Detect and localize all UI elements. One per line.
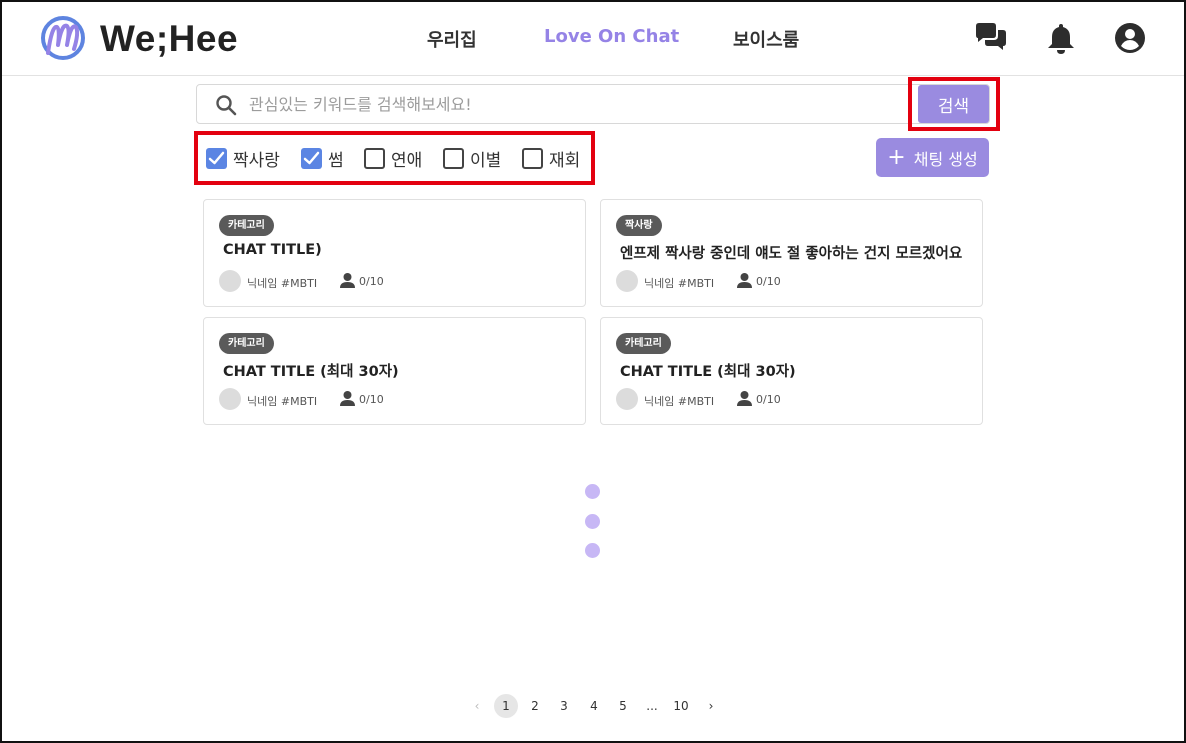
checkbox-checked[interactable]	[301, 147, 322, 169]
filter-label: 썸	[328, 150, 344, 171]
chat-title: CHAT TITLE (최대 30자)	[620, 364, 796, 380]
filter-crush[interactable]: 짝사랑	[206, 146, 280, 171]
filter-label: 재회	[549, 150, 581, 171]
filter-breakup[interactable]: 이별	[443, 146, 502, 171]
pagination-page[interactable]: 4	[582, 694, 606, 718]
filter-label: 연애	[391, 150, 423, 171]
wehee-logo-icon[interactable]	[40, 15, 86, 61]
chat-card[interactable]: 카테고리 CHAT TITLE) 닉네임 #MBTI 0/10	[203, 199, 586, 307]
nickname: 닉네임 #MBTI	[644, 395, 715, 408]
person-icon	[340, 391, 355, 406]
category-badge: 카테고리	[219, 333, 274, 354]
chat-title: CHAT TITLE (최대 30자)	[223, 364, 399, 380]
avatar	[616, 270, 638, 292]
account-icon[interactable]	[1112, 20, 1148, 56]
checkbox-unchecked[interactable]	[443, 147, 464, 169]
nickname: 닉네임 #MBTI	[247, 395, 318, 408]
loading-dot	[585, 543, 600, 558]
participant-count: 0/10	[359, 275, 384, 288]
pagination-page[interactable]: 2	[523, 694, 547, 718]
search-input[interactable]	[249, 89, 899, 119]
pagination-prev[interactable]: ‹	[465, 694, 489, 718]
participant-count: 0/10	[756, 393, 781, 406]
search-icon	[216, 95, 237, 116]
pagination-page-current[interactable]: 1	[494, 694, 518, 718]
brand-title[interactable]: We;Hee	[100, 18, 238, 60]
chat-card[interactable]: 카테고리 CHAT TITLE (최대 30자) 닉네임 #MBTI 0/10	[203, 317, 586, 425]
pagination-page[interactable]: 10	[669, 694, 693, 718]
avatar	[219, 270, 241, 292]
category-badge: 카테고리	[219, 215, 274, 236]
chat-title: CHAT TITLE)	[223, 242, 322, 258]
category-badge: 카테고리	[616, 333, 671, 354]
top-header: We;Hee 우리집 Love On Chat 보이스룸	[0, 0, 1186, 76]
nav-uri-jip[interactable]: 우리집	[427, 26, 477, 52]
nickname: 닉네임 #MBTI	[644, 277, 715, 290]
filter-some[interactable]: 썸	[301, 146, 344, 171]
checkbox-unchecked[interactable]	[364, 147, 385, 169]
category-badge: 짝사랑	[616, 215, 662, 236]
nickname: 닉네임 #MBTI	[247, 277, 318, 290]
loading-dot	[585, 484, 600, 499]
search-box	[196, 84, 990, 124]
filter-label: 이별	[470, 150, 502, 171]
nav-voice-room[interactable]: 보이스룸	[733, 26, 799, 52]
checkbox-checked[interactable]	[206, 147, 227, 169]
chat-title: 엔프제 짝사랑 중인데 얘도 절 좋아하는 건지 모르겠어요	[620, 246, 963, 262]
person-icon	[737, 273, 752, 288]
filter-label: 짝사랑	[233, 150, 280, 171]
chat-card[interactable]: 짝사랑 엔프제 짝사랑 중인데 얘도 절 좋아하는 건지 모르겠어요 닉네임 #…	[600, 199, 983, 307]
filter-dating[interactable]: 연애	[364, 146, 423, 171]
loading-dot	[585, 514, 600, 529]
pagination-page[interactable]: 5	[611, 694, 635, 718]
person-icon	[737, 391, 752, 406]
person-icon	[340, 273, 355, 288]
pagination-next[interactable]: ›	[699, 694, 723, 718]
pagination-ellipsis: ...	[646, 699, 658, 713]
chat-card[interactable]: 카테고리 CHAT TITLE (최대 30자) 닉네임 #MBTI 0/10	[600, 317, 983, 425]
nav-love-on-chat[interactable]: Love On Chat	[544, 26, 679, 47]
participant-count: 0/10	[359, 393, 384, 406]
filter-reunion[interactable]: 재회	[522, 146, 581, 171]
bell-icon[interactable]	[1043, 20, 1079, 56]
avatar	[616, 388, 638, 410]
checkbox-unchecked[interactable]	[522, 147, 543, 169]
search-button[interactable]: 검색	[918, 85, 989, 123]
pagination-page[interactable]: 3	[552, 694, 576, 718]
participant-count: 0/10	[756, 275, 781, 288]
chat-bubbles-icon[interactable]	[973, 20, 1009, 56]
create-chat-label: 채팅 생성	[913, 149, 978, 169]
create-chat-button[interactable]: + 채팅 생성	[876, 138, 989, 177]
avatar	[219, 388, 241, 410]
plus-icon: +	[887, 144, 906, 170]
